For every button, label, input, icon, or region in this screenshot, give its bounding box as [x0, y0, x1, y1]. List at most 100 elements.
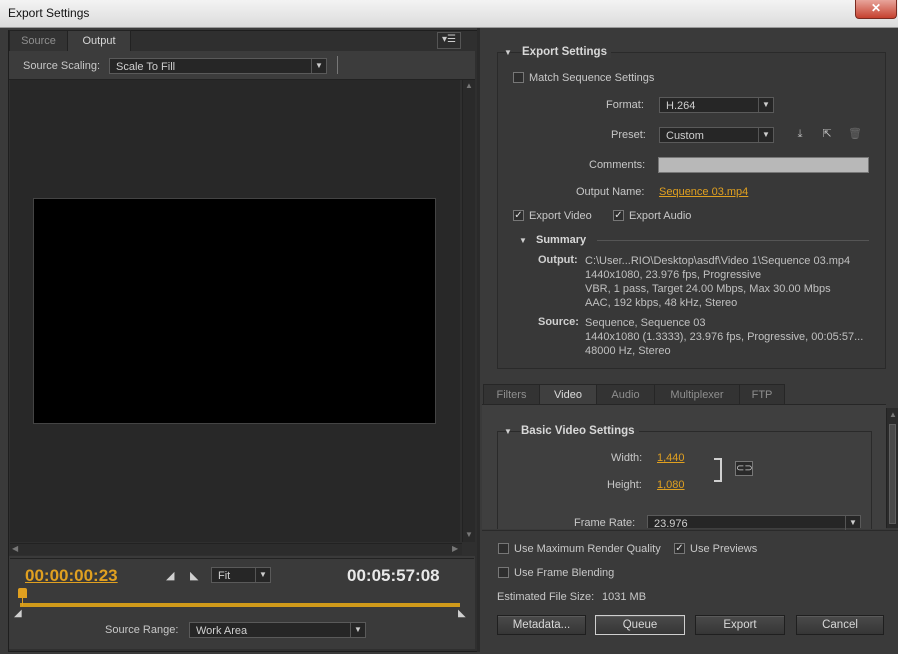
chevron-down-icon: ▼ [758, 128, 773, 142]
queue-button[interactable]: Queue [595, 615, 685, 635]
summary-line: 1440x1080 (1.3333), 23.976 fps, Progress… [585, 331, 864, 343]
use-previews-checkbox[interactable]: ✓ [674, 543, 685, 554]
chevron-down-icon: ▼ [758, 98, 773, 112]
set-in-point-icon[interactable]: ◢ [166, 569, 174, 582]
export-video-checkbox[interactable]: ✓ [513, 210, 524, 221]
summary-line: 48000 Hz, Stereo [585, 345, 671, 357]
output-name-link[interactable]: Sequence 03.mp4 [659, 186, 748, 198]
summary-source-label: Source: [538, 316, 579, 328]
source-range-label: Source Range: [105, 624, 179, 636]
scrollbar-thumb[interactable] [889, 424, 896, 524]
frame-blending-checkbox[interactable] [498, 567, 509, 578]
summary-line: C:\User...RIO\Desktop\asdf\Video 1\Seque… [585, 255, 851, 267]
window-title: Export Settings [8, 6, 90, 20]
comments-field[interactable] [658, 157, 869, 173]
output-name-label: Output Name: [576, 186, 645, 198]
match-sequence-checkbox[interactable] [513, 72, 524, 83]
format-value: H.264 [666, 100, 696, 112]
scroll-up-icon[interactable]: ▲ [465, 81, 473, 90]
source-range-value: Work Area [196, 625, 248, 637]
video-frame [33, 198, 436, 424]
scroll-right-icon[interactable]: ▶ [452, 544, 458, 553]
export-audio-checkbox[interactable]: ✓ [613, 210, 624, 221]
width-value[interactable]: 1,440 [657, 452, 685, 464]
summary-line: Sequence, Sequence 03 [585, 317, 706, 329]
divider [337, 56, 338, 74]
collapse-triangle-icon[interactable]: ▼ [519, 236, 527, 245]
file-size-value: 1031 MB [602, 591, 647, 603]
tab-source[interactable]: Source [9, 30, 68, 51]
height-label: Height: [607, 479, 642, 491]
cancel-button[interactable]: Cancel [796, 615, 884, 635]
use-previews-label[interactable]: Use Previews [690, 543, 757, 555]
chevron-down-icon: ▼ [350, 623, 365, 637]
tab-ftp[interactable]: FTP [739, 384, 785, 405]
import-preset-icon[interactable]: ⇱ [819, 127, 835, 141]
format-dropdown[interactable]: H.264 ▼ [659, 97, 774, 113]
preset-dropdown[interactable]: Custom ▼ [659, 127, 774, 143]
set-out-point-icon[interactable]: ◣ [190, 569, 198, 582]
out-point-icon[interactable]: ◣ [458, 608, 466, 619]
summary-line: VBR, 1 pass, Target 24.00 Mbps, Max 30.0… [585, 283, 831, 295]
divider [597, 240, 869, 241]
collapse-triangle-icon[interactable]: ▼ [504, 48, 512, 57]
export-video-label[interactable]: Export Video [529, 210, 592, 222]
preset-label: Preset: [611, 129, 646, 141]
source-scaling-label: Source Scaling: [23, 60, 101, 72]
source-scaling-dropdown[interactable]: Scale To Fill ▼ [109, 58, 327, 74]
summary-source-text: Sequence, Sequence 03 1440x1080 (1.3333)… [585, 316, 863, 358]
scroll-down-icon[interactable]: ▼ [465, 530, 473, 539]
preview-horizontal-scrollbar[interactable]: ◀ ▶ [10, 543, 462, 555]
tab-filters[interactable]: Filters [483, 384, 540, 405]
frame-rate-label: Frame Rate: [574, 517, 636, 529]
summary-header: Summary [536, 234, 587, 246]
duration-timecode: 00:05:57:08 [347, 566, 440, 585]
playhead-icon[interactable] [18, 588, 27, 598]
scroll-left-icon[interactable]: ◀ [12, 544, 18, 553]
match-sequence-label[interactable]: Match Sequence Settings [529, 72, 654, 84]
summary-line: 1440x1080, 23.976 fps, Progressive [585, 269, 762, 281]
panel-menu-icon[interactable]: ▾☰ [437, 32, 461, 49]
export-button[interactable]: Export [695, 615, 785, 635]
zoom-dropdown[interactable]: Fit ▼ [211, 567, 271, 583]
export-settings-header: Export Settings [522, 46, 611, 58]
preview-vertical-scrollbar[interactable]: ▲ ▼ [462, 80, 475, 542]
width-label: Width: [611, 452, 643, 464]
frame-rate-dropdown[interactable]: 23.976 ▼ [647, 515, 861, 530]
max-render-quality-label[interactable]: Use Maximum Render Quality [514, 543, 661, 555]
comments-label: Comments: [589, 159, 646, 171]
current-timecode[interactable]: 00:00:00:23 [25, 566, 118, 586]
panel-splitter[interactable] [477, 28, 480, 652]
chevron-down-icon: ▼ [311, 59, 326, 73]
tab-video[interactable]: Video [539, 384, 597, 405]
frame-rate-value: 23.976 [654, 518, 688, 530]
metadata-button[interactable]: Metadata... [497, 615, 586, 635]
link-chain-icon[interactable]: ⊂⊃ [735, 461, 753, 476]
summary-line: AAC, 192 kbps, 48 kHz, Stereo [585, 297, 738, 309]
preset-value: Custom [666, 130, 704, 142]
tab-multiplexer[interactable]: Multiplexer [654, 384, 740, 405]
frame-blending-label[interactable]: Use Frame Blending [514, 567, 614, 579]
close-button[interactable]: ✕ [855, 0, 897, 19]
export-audio-label[interactable]: Export Audio [629, 210, 691, 222]
chevron-down-icon: ▼ [255, 568, 270, 582]
link-bracket [714, 458, 722, 482]
file-size-label: Estimated File Size: [497, 591, 595, 603]
divider [10, 558, 474, 559]
chevron-down-icon: ▼ [845, 516, 860, 530]
settings-vertical-scrollbar[interactable]: ▲ [886, 408, 898, 528]
collapse-triangle-icon[interactable]: ▼ [504, 427, 512, 436]
tab-output[interactable]: Output [67, 30, 131, 51]
basic-video-header: Basic Video Settings [521, 425, 639, 437]
playhead-line [22, 598, 23, 606]
height-value[interactable]: 1,080 [657, 479, 685, 491]
in-point-icon[interactable]: ◢ [14, 608, 22, 619]
source-range-dropdown[interactable]: Work Area ▼ [189, 622, 366, 638]
scroll-up-icon[interactable]: ▲ [889, 410, 897, 419]
max-render-quality-checkbox[interactable] [498, 543, 509, 554]
time-ruler[interactable] [20, 603, 460, 607]
save-preset-icon[interactable]: ⤓ [792, 127, 808, 141]
source-scaling-value: Scale To Fill [116, 61, 176, 73]
tab-audio[interactable]: Audio [596, 384, 655, 405]
delete-preset-icon[interactable]: 🗑 [847, 127, 863, 141]
